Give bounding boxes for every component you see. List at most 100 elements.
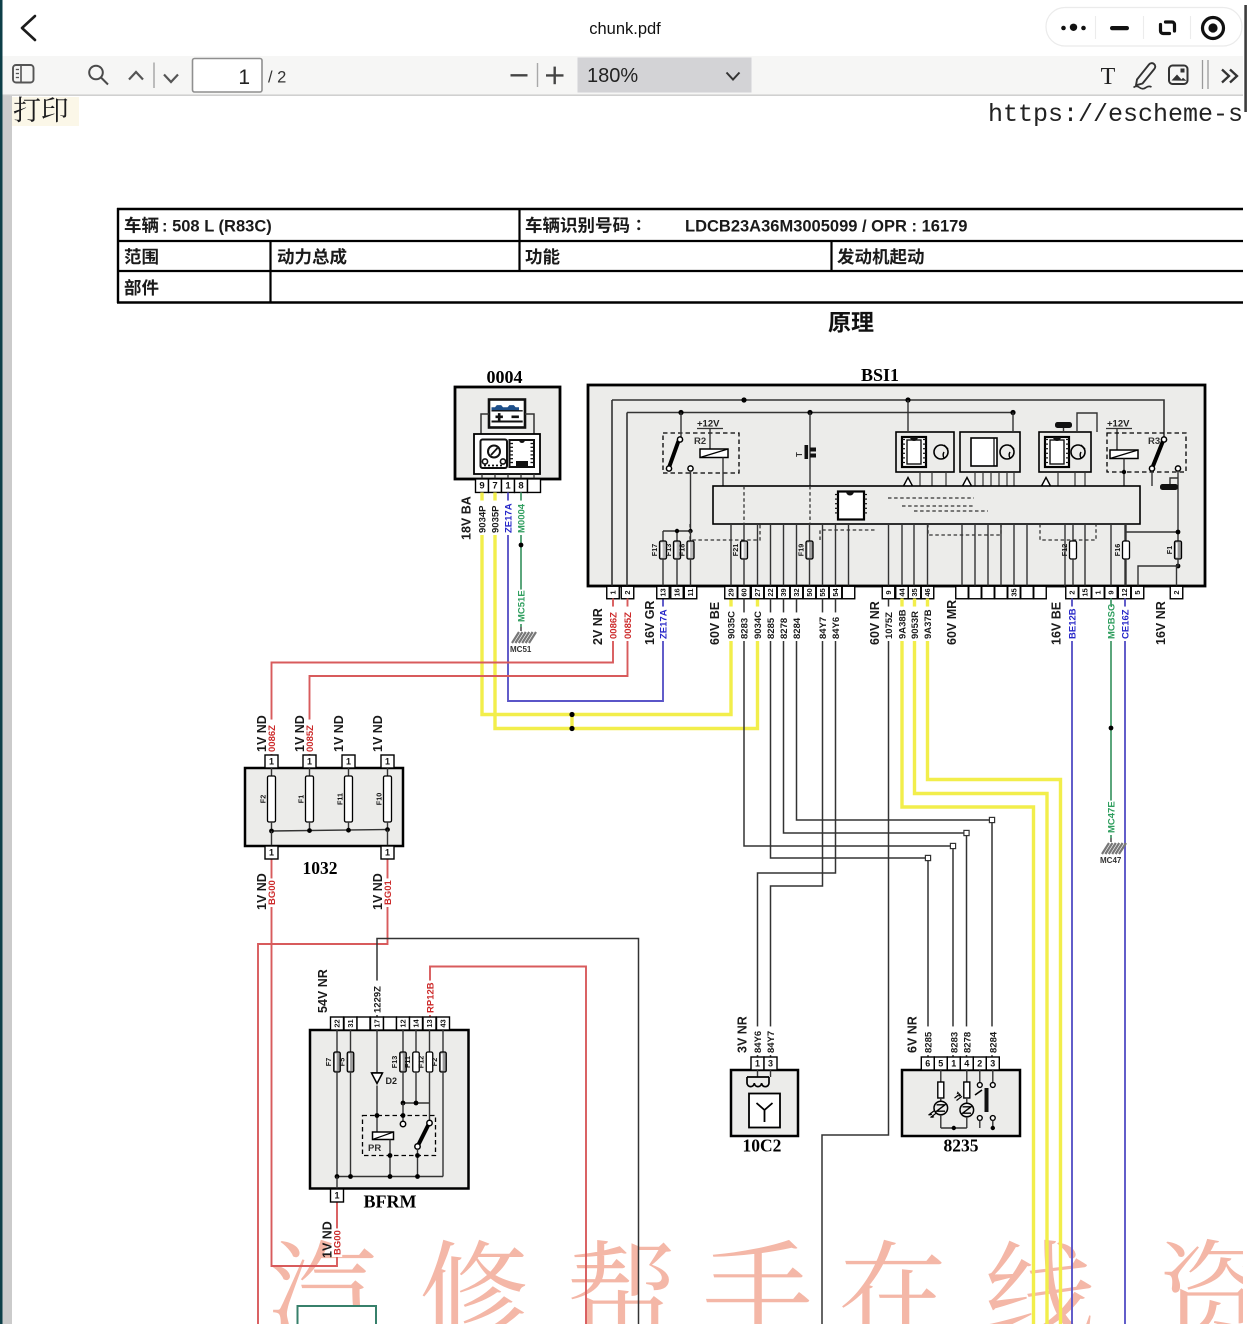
svg-text:2: 2: [1172, 590, 1181, 594]
svg-text:9: 9: [479, 481, 484, 492]
svg-text:7: 7: [492, 481, 497, 492]
svg-text:F21: F21: [731, 544, 740, 556]
svg-text:F18: F18: [678, 544, 687, 556]
svg-text:54V NR: 54V NR: [316, 969, 330, 1013]
svg-text:31: 31: [346, 1019, 355, 1027]
svg-text:MC51E: MC51E: [517, 590, 528, 622]
svg-text:9034C: 9034C: [753, 611, 764, 639]
svg-text:BG00: BG00: [267, 880, 278, 905]
svg-text:1: 1: [385, 756, 390, 766]
svg-text:84Y7: 84Y7: [818, 617, 829, 639]
svg-text:2: 2: [1068, 590, 1077, 594]
svg-text:35: 35: [1010, 588, 1019, 596]
svg-text:MC47: MC47: [1100, 856, 1122, 865]
svg-text:F7: F7: [324, 1058, 333, 1066]
svg-text:15: 15: [1081, 588, 1090, 596]
svg-text:8278: 8278: [779, 618, 790, 639]
svg-text:1075Z: 1075Z: [884, 612, 895, 639]
svg-text:PR: PR: [368, 1143, 381, 1154]
svg-text:ZE17A: ZE17A: [659, 609, 670, 639]
svg-text:MC47E: MC47E: [1107, 801, 1118, 833]
svg-text:1: 1: [505, 481, 511, 492]
svg-text:9035P: 9035P: [491, 505, 502, 533]
svg-text:ZE17A: ZE17A: [504, 503, 515, 533]
svg-text:F2: F2: [259, 795, 268, 803]
svg-text:0086Z: 0086Z: [267, 725, 278, 752]
svg-text:54: 54: [831, 588, 840, 597]
svg-text:1: 1: [755, 1058, 760, 1068]
svg-text:32: 32: [792, 588, 801, 596]
svg-text:2: 2: [623, 590, 632, 594]
svg-text:/ 2: / 2: [268, 69, 286, 87]
svg-text:17: 17: [373, 1019, 382, 1027]
svg-text:1: 1: [238, 66, 250, 89]
svg-text:F1: F1: [1165, 546, 1174, 554]
svg-text:44: 44: [898, 588, 907, 597]
svg-text:6: 6: [925, 1058, 930, 1068]
svg-text:F12: F12: [1060, 544, 1069, 556]
svg-text:8284: 8284: [988, 1031, 999, 1053]
svg-text:60V BE: 60V BE: [708, 602, 722, 645]
svg-text:1032: 1032: [303, 858, 338, 878]
svg-text:46: 46: [923, 588, 932, 596]
svg-text:1V ND: 1V ND: [371, 715, 385, 752]
svg-text:https://escheme-sc: https://escheme-sc: [988, 100, 1249, 129]
svg-text:27: 27: [753, 588, 762, 596]
svg-text:8283: 8283: [949, 1032, 960, 1053]
svg-text:0085Z: 0085Z: [623, 612, 634, 639]
svg-text:BSI1: BSI1: [861, 365, 899, 385]
svg-text:F10: F10: [375, 793, 384, 805]
svg-text:1: 1: [951, 1058, 956, 1068]
svg-text:1: 1: [609, 590, 618, 594]
svg-text:F11: F11: [336, 793, 345, 805]
svg-text:22: 22: [333, 1019, 342, 1027]
svg-text:5: 5: [938, 1058, 943, 1068]
svg-text:1: 1: [346, 756, 351, 766]
svg-text:MC51: MC51: [510, 645, 532, 654]
svg-text:chunk.pdf: chunk.pdf: [589, 20, 661, 38]
svg-text:RP12B: RP12B: [426, 982, 437, 1013]
svg-text:39: 39: [779, 588, 788, 596]
svg-text:16: 16: [673, 588, 682, 596]
svg-text:8235: 8235: [944, 1136, 979, 1156]
svg-text:35: 35: [910, 588, 919, 596]
svg-text:F11: F11: [403, 1056, 412, 1068]
svg-text:0004: 0004: [487, 367, 523, 387]
svg-text:1: 1: [269, 756, 274, 766]
svg-text:43: 43: [439, 1019, 448, 1027]
svg-text:BG01: BG01: [383, 879, 394, 905]
svg-text:16V NR: 16V NR: [1154, 601, 1168, 645]
svg-text:60: 60: [740, 588, 749, 596]
svg-text:1: 1: [334, 1190, 339, 1200]
svg-text:1: 1: [269, 847, 274, 857]
svg-text:3: 3: [768, 1058, 773, 1068]
svg-text:3V NR: 3V NR: [736, 1016, 750, 1053]
svg-text:9: 9: [1107, 590, 1116, 594]
svg-text:12: 12: [1120, 588, 1129, 596]
svg-text:16V BE: 16V BE: [1050, 602, 1064, 645]
svg-text:BE12B: BE12B: [1068, 608, 1079, 639]
svg-text:22: 22: [766, 588, 775, 596]
svg-text:12: 12: [399, 1019, 408, 1027]
svg-text:R2: R2: [694, 436, 706, 447]
svg-text:2V NR: 2V NR: [591, 608, 605, 645]
svg-text:0086Z: 0086Z: [609, 612, 620, 639]
svg-text:9034P: 9034P: [478, 505, 489, 533]
svg-text:16V GR: 16V GR: [643, 601, 657, 645]
svg-text:8285: 8285: [766, 617, 777, 639]
svg-text:F5: F5: [338, 1058, 347, 1066]
svg-text:1: 1: [307, 756, 312, 766]
svg-text:1: 1: [385, 847, 390, 857]
svg-text:180%: 180%: [587, 65, 638, 87]
svg-text:F19: F19: [797, 544, 806, 556]
svg-text:55: 55: [818, 588, 827, 596]
svg-text:11: 11: [686, 589, 695, 597]
svg-text:BFRM: BFRM: [364, 1192, 417, 1212]
svg-text:F13: F13: [390, 1056, 399, 1068]
svg-text:: 508 L (R83C): : 508 L (R83C): [162, 218, 272, 236]
svg-text:8283: 8283: [740, 618, 751, 639]
svg-text:8285: 8285: [923, 1031, 934, 1053]
svg-text:4: 4: [964, 1058, 969, 1068]
svg-text:60V NR: 60V NR: [868, 601, 882, 645]
svg-text:8278: 8278: [962, 1032, 973, 1053]
